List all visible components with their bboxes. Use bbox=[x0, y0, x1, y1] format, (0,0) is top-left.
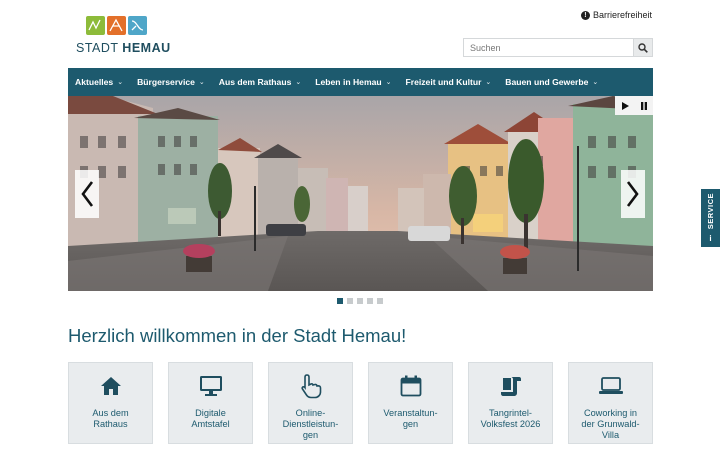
info-icon: i bbox=[709, 233, 712, 243]
logo-tile-blue bbox=[128, 16, 147, 35]
site-logo[interactable]: STADT HEMAU bbox=[76, 16, 171, 58]
hero-slider bbox=[68, 96, 653, 291]
tile-veranstaltungen[interactable]: Veranstaltun- gen bbox=[368, 362, 453, 444]
monitor-icon bbox=[198, 373, 224, 399]
slider-dot-5[interactable] bbox=[377, 298, 383, 304]
nav-item-leben-in-hemau[interactable]: Leben in Hemau ⌄ bbox=[315, 77, 391, 87]
logo-tile-orange bbox=[107, 16, 126, 35]
page-title: Herzlich willkommen in der Stadt Hemau! bbox=[68, 325, 407, 346]
search-button[interactable] bbox=[633, 39, 652, 56]
slider-next-button[interactable] bbox=[621, 170, 645, 218]
search-input[interactable] bbox=[464, 39, 633, 56]
tile-tangrintel-volksfest[interactable]: Tangrintel- Volksfest 2026 bbox=[468, 362, 553, 444]
accessibility-icon: ! bbox=[580, 10, 590, 20]
hand-pointer-icon bbox=[298, 373, 324, 399]
slider-pagination bbox=[337, 298, 383, 304]
main-nav: Aktuelles ⌄ Bürgerservice ⌄ Aus dem Rathau… bbox=[68, 68, 653, 96]
chevron-down-icon: ⌄ bbox=[295, 79, 302, 86]
slider-dot-3[interactable] bbox=[357, 298, 363, 304]
slider-prev-button[interactable] bbox=[75, 170, 99, 218]
tile-digitale-amtstafel[interactable]: Digitale Amtstafel bbox=[168, 362, 253, 444]
slider-dot-4[interactable] bbox=[367, 298, 373, 304]
tile-online-dienstleistungen[interactable]: Online- Dienstleistun- gen bbox=[268, 362, 353, 444]
pause-icon bbox=[640, 101, 647, 110]
accessibility-label: Barrierefreiheit bbox=[592, 10, 652, 20]
nav-item-buergerservice[interactable]: Bürgerservice ⌄ bbox=[137, 77, 205, 87]
slider-dot-1[interactable] bbox=[337, 298, 343, 304]
nav-item-freizeit-und-kultur[interactable]: Freizeit und Kultur ⌄ bbox=[406, 77, 492, 87]
laptop-icon bbox=[598, 373, 624, 399]
chevron-down-icon: ⌄ bbox=[117, 79, 124, 86]
logo-tiles bbox=[86, 16, 166, 35]
chevron-down-icon: ⌄ bbox=[385, 79, 392, 86]
tile-label: Veranstaltun- gen bbox=[383, 408, 438, 429]
tile-label: Online- Dienstleistun- gen bbox=[282, 408, 339, 440]
slider-play-button[interactable] bbox=[615, 96, 634, 115]
chevron-down-icon: ⌄ bbox=[485, 79, 492, 86]
slider-dot-2[interactable] bbox=[347, 298, 353, 304]
tile-label: Digitale Amtstafel bbox=[191, 408, 230, 429]
search-box bbox=[463, 38, 653, 57]
chevron-right-icon bbox=[626, 181, 639, 207]
play-icon bbox=[621, 101, 629, 110]
nav-item-aus-dem-rathaus[interactable]: Aus dem Rathaus ⌄ bbox=[219, 77, 301, 87]
chevron-left-icon bbox=[81, 181, 94, 207]
nav-item-aktuelles[interactable]: Aktuelles ⌄ bbox=[75, 77, 123, 87]
town-square-photo bbox=[68, 96, 653, 291]
tile-label: Tangrintel- Volksfest 2026 bbox=[480, 408, 541, 429]
logo-text: STADT HEMAU bbox=[76, 41, 171, 55]
quick-links: Aus dem Rathaus Digitale Amtstafel Onlin… bbox=[68, 362, 653, 444]
slider-pause-button[interactable] bbox=[634, 96, 653, 115]
tile-label: Coworking in der Grunwald- Villa bbox=[581, 408, 640, 440]
service-side-tab[interactable]: SERVICE i bbox=[701, 189, 720, 247]
tile-aus-dem-rathaus[interactable]: Aus dem Rathaus bbox=[68, 362, 153, 444]
accessibility-link[interactable]: ! Barrierefreiheit bbox=[580, 10, 652, 20]
tile-coworking[interactable]: Coworking in der Grunwald- Villa bbox=[568, 362, 653, 444]
chevron-down-icon: ⌄ bbox=[198, 79, 205, 86]
scroll-icon bbox=[498, 373, 524, 399]
service-label: SERVICE bbox=[706, 193, 715, 230]
calendar-icon bbox=[398, 373, 424, 399]
chevron-down-icon: ⌄ bbox=[592, 79, 599, 86]
nav-item-bauen-und-gewerbe[interactable]: Bauen und Gewerbe ⌄ bbox=[505, 77, 598, 87]
tile-label: Aus dem Rathaus bbox=[92, 408, 129, 429]
logo-tile-green bbox=[86, 16, 105, 35]
home-icon bbox=[98, 373, 124, 399]
search-icon bbox=[638, 42, 648, 53]
